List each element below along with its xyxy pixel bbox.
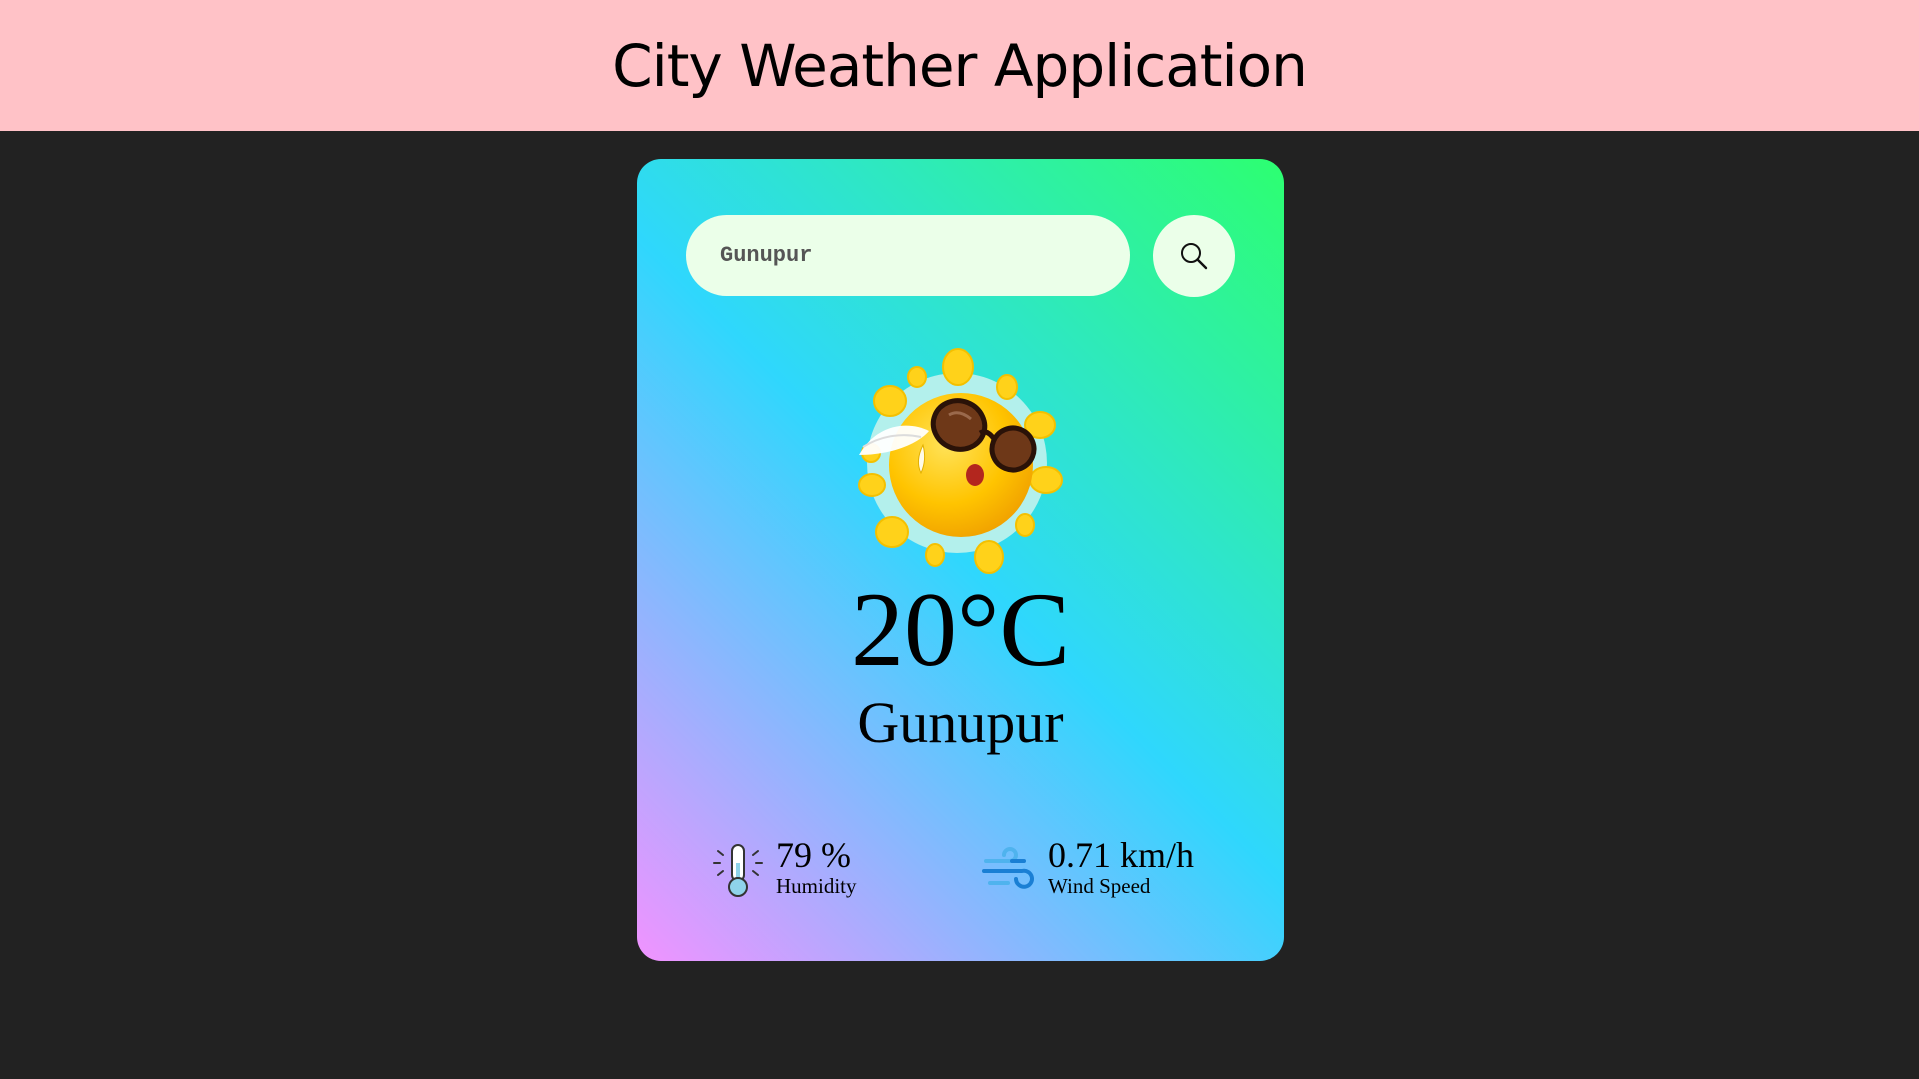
city-name: Gunupur [857, 690, 1064, 755]
wind-speed-stat: 0.71 km/h Wind Speed [982, 837, 1194, 900]
humidity-stat: 79 % Humidity [710, 837, 857, 900]
app-header: City Weather Application [0, 0, 1919, 131]
wind-icon [982, 846, 1034, 889]
wind-speed-label: Wind Speed [1048, 874, 1151, 898]
thermometer-icon [713, 843, 763, 897]
page-title: City Weather Application [612, 31, 1308, 100]
sun-with-sunglasses-icon [858, 348, 1063, 574]
search-icon [1181, 243, 1208, 270]
temperature-value: 20°C [850, 571, 1071, 688]
humidity-value: 79 % [776, 835, 851, 875]
wind-speed-value: 0.71 km/h [1048, 835, 1195, 875]
city-search-input[interactable] [686, 215, 1130, 296]
humidity-label: Humidity [776, 874, 857, 898]
weather-card: 20°C Gunupur 79 % Humidity [637, 159, 1284, 961]
search-button[interactable] [1153, 215, 1235, 297]
